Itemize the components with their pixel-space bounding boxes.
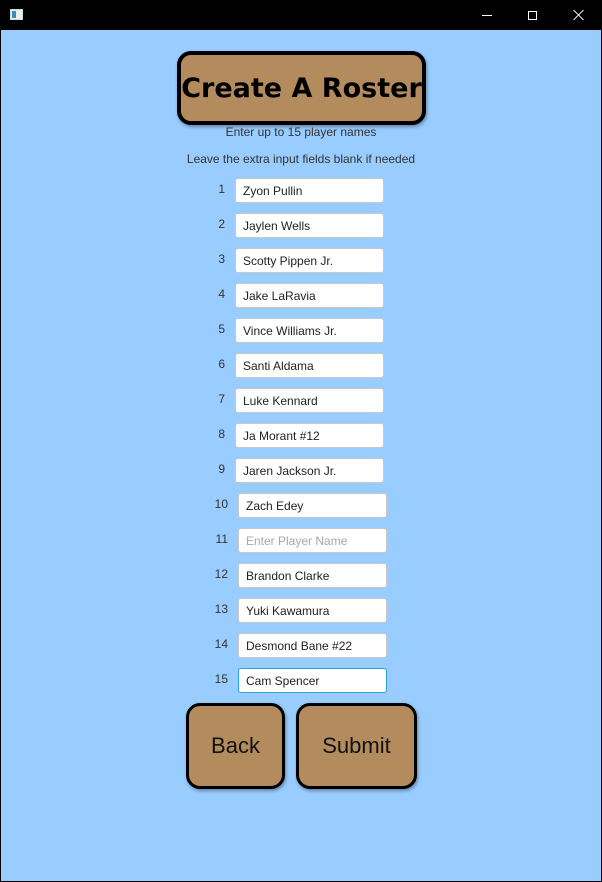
player-number-label: 11: [215, 532, 228, 546]
player-name-input[interactable]: [235, 353, 384, 378]
player-name-input[interactable]: [238, 493, 387, 518]
app-window: Create A Roster Enter up to 15 player na…: [0, 0, 602, 882]
player-number-label: 6: [218, 357, 225, 371]
player-number-label: 4: [218, 287, 225, 301]
player-row: 11: [1, 528, 601, 553]
minimize-button[interactable]: [464, 0, 510, 30]
player-row: 10: [1, 493, 601, 518]
back-button[interactable]: Back: [186, 703, 285, 789]
page-title: Create A Roster: [177, 51, 426, 125]
player-number-label: 3: [218, 252, 225, 266]
player-row: 14: [1, 633, 601, 658]
player-row: 6: [1, 353, 601, 378]
player-name-input[interactable]: [235, 458, 384, 483]
maximize-button[interactable]: [509, 0, 555, 30]
player-number-label: 12: [214, 567, 228, 581]
player-name-input[interactable]: [235, 388, 384, 413]
player-row: 5: [1, 318, 601, 343]
player-number-label: 8: [218, 427, 225, 441]
player-row: 7: [1, 388, 601, 413]
player-row: 12: [1, 563, 601, 588]
player-row: 13: [1, 598, 601, 623]
maximize-icon: [527, 10, 537, 20]
player-row: 8: [1, 423, 601, 448]
player-number-label: 14: [214, 637, 228, 651]
player-name-input[interactable]: [235, 283, 384, 308]
player-name-input[interactable]: [238, 633, 387, 658]
player-row: 2: [1, 213, 601, 238]
player-name-input[interactable]: [235, 423, 384, 448]
player-number-label: 1: [218, 182, 225, 196]
player-number-label: 15: [214, 672, 228, 686]
player-name-input[interactable]: [235, 178, 384, 203]
player-name-input[interactable]: [235, 213, 384, 238]
player-row: 4: [1, 283, 601, 308]
player-row: 15: [1, 668, 601, 693]
player-name-input[interactable]: [238, 668, 387, 693]
player-row: 1: [1, 178, 601, 203]
player-name-input[interactable]: [238, 563, 387, 588]
player-number-label: 2: [218, 217, 225, 231]
instruction-line-1: Enter up to 15 player names: [225, 125, 377, 139]
submit-button[interactable]: Submit: [296, 703, 417, 789]
close-icon: [572, 9, 584, 21]
player-number-label: 9: [218, 462, 225, 476]
player-number-label: 13: [214, 602, 228, 616]
roster-form: Create A Roster Enter up to 15 player na…: [1, 30, 601, 881]
player-name-input[interactable]: [238, 528, 387, 553]
player-name-input[interactable]: [235, 318, 384, 343]
title-bar[interactable]: [0, 0, 602, 30]
player-name-input[interactable]: [238, 598, 387, 623]
app-icon: [10, 9, 23, 20]
player-row: 3: [1, 248, 601, 273]
player-row: 9: [1, 458, 601, 483]
player-number-label: 5: [218, 322, 225, 336]
player-number-label: 10: [214, 497, 228, 511]
minimize-icon: [482, 14, 492, 16]
player-number-label: 7: [218, 392, 225, 406]
instruction-line-2: Leave the extra input fields blank if ne…: [186, 152, 416, 166]
close-button[interactable]: [555, 0, 601, 30]
player-name-input[interactable]: [235, 248, 384, 273]
